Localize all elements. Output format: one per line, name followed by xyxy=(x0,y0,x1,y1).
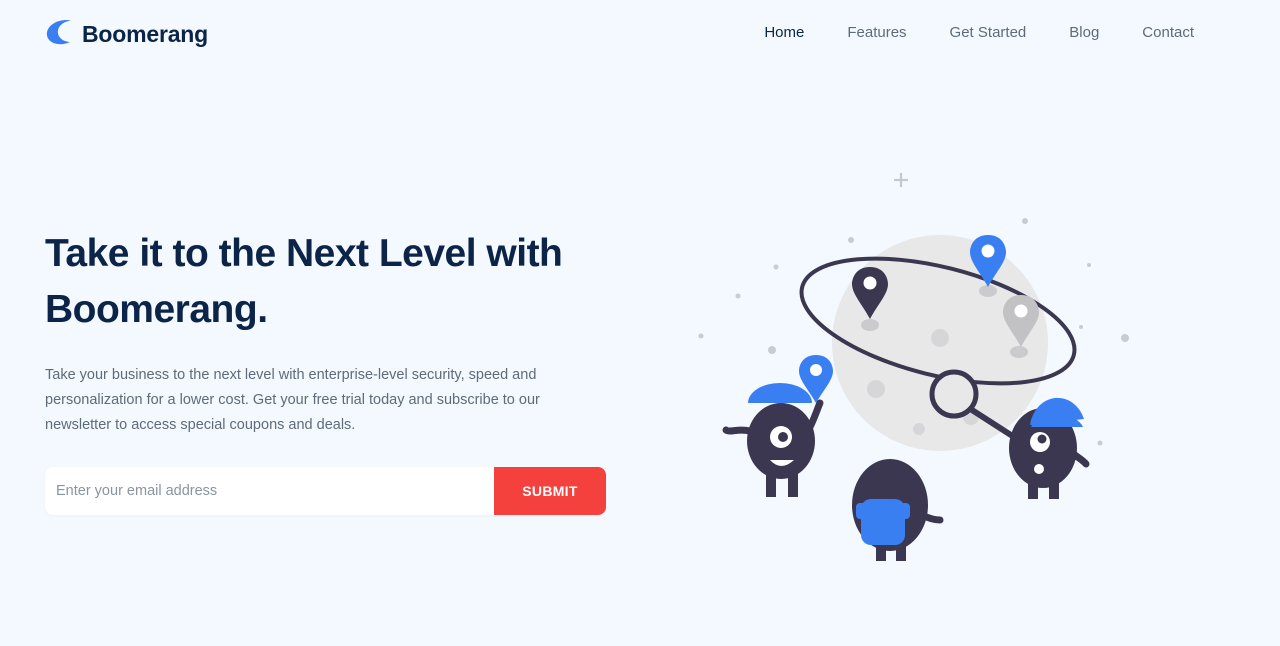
nav-get-started[interactable]: Get Started xyxy=(950,22,1027,44)
nav-features[interactable]: Features xyxy=(847,22,906,44)
email-input[interactable] xyxy=(45,467,494,515)
hero-description: Take your business to the next level wit… xyxy=(45,367,540,433)
crescent-logo-icon xyxy=(44,17,74,52)
hero-title-line2: Boomerang. xyxy=(45,288,268,331)
nav-blog[interactable]: Blog xyxy=(1069,22,1099,44)
newsletter-form: SUBMIT xyxy=(45,467,606,515)
submit-button[interactable]: SUBMIT xyxy=(494,467,606,515)
left-monster-figure xyxy=(722,383,824,497)
hero-title: Take it to the Next Level with Boomerang… xyxy=(45,226,605,338)
site-header: Boomerang Home Features Get Started Blog… xyxy=(0,0,1280,68)
nav-home[interactable]: Home xyxy=(764,22,804,44)
hero-title-line1: Take it to the Next Level with xyxy=(45,232,563,275)
monsters-exploring-map-illustration xyxy=(690,165,1150,575)
main-nav: Home Features Get Started Blog Contact xyxy=(721,22,1194,44)
brand-name: Boomerang xyxy=(82,20,208,47)
brand-logo[interactable]: Boomerang xyxy=(44,17,208,51)
backpack-monster-figure xyxy=(852,459,944,561)
plus-sparkle-icon xyxy=(894,173,908,187)
nav-contact[interactable]: Contact xyxy=(1142,22,1194,44)
